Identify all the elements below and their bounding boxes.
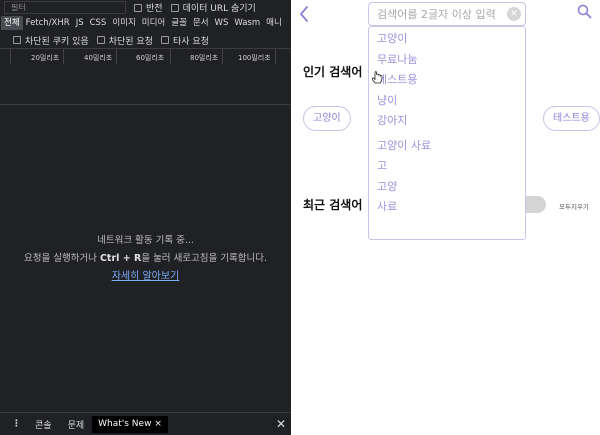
hide-data-url-checkbox[interactable]: 데이터 URL 숨기기 [170, 1, 256, 14]
timeline-gridline [116, 49, 117, 64]
timeline-tick: 80밀리초 [190, 54, 219, 62]
autocomplete-item[interactable]: 고양이 사료 [369, 136, 525, 157]
autocomplete-item[interactable]: 테스트용 [369, 70, 525, 91]
autocomplete-item[interactable]: 고양이 [369, 29, 525, 50]
checkbox-box[interactable] [160, 36, 169, 44]
close-drawer-icon[interactable]: ✕ [276, 417, 286, 431]
autocomplete-item[interactable]: 무료나눔 [369, 50, 525, 71]
filter-type-all[interactable]: 전체 [1, 16, 23, 30]
clear-search-icon[interactable]: ✕ [507, 7, 521, 21]
timeline-tick: 20밀리초 [31, 54, 60, 62]
blocked-cookies-checkbox[interactable]: 차단된 쿠키 있음 [13, 34, 89, 47]
tab-console[interactable]: 콘솔 [27, 418, 60, 431]
filter-type-fetch-xhr[interactable]: Fetch/XHR [23, 16, 73, 30]
autocomplete-dropdown: 고양이 무료나눔 테스트용 냥이 강아지 고양이 사료 고 고양 사료 [368, 26, 526, 240]
timeline-gridline [63, 49, 64, 64]
resource-type-filters: 전체 Fetch/XHR JS CSS 이미지 미디어 글꼴 문서 WS Was… [0, 16, 291, 30]
filter-bar: 필터 반전 데이터 URL 숨기기 [0, 0, 291, 15]
request-filters: 차단된 쿠키 있음 차단된 요청 타사 요청 [0, 33, 291, 47]
tab-issues[interactable]: 문제 [60, 418, 93, 431]
autocomplete-item[interactable]: 강아지 [369, 111, 525, 132]
search-page: ✕ 인기 검색어 고양이 테스트용 최근 검색어 모두지우기 고양이 무료나눔 … [291, 0, 600, 435]
reload-hint-prefix: 요청을 실행하거나 [23, 253, 100, 264]
network-timeline-overview[interactable]: 20밀리초 40밀리초 60밀리초 80밀리초 100밀리초 [0, 48, 291, 105]
autocomplete-item[interactable]: 고양 [369, 177, 525, 198]
recent-searches-title: 최근 검색어 [303, 198, 363, 212]
autocomplete-item[interactable]: 냥이 [369, 91, 525, 112]
clear-all-button[interactable]: 모두지우기 [559, 201, 589, 211]
learn-more-link[interactable]: 자세히 알아보기 [112, 271, 180, 282]
hand-cursor-icon [371, 70, 383, 84]
timeline-gridline [170, 49, 171, 64]
invert-label: 반전 [146, 4, 163, 14]
blocked-cookies-label: 차단된 쿠키 있음 [25, 36, 89, 47]
checkbox-box[interactable] [134, 3, 142, 12]
autocomplete-item[interactable]: 사료 [369, 197, 525, 218]
timeline-tick: 100밀리초 [238, 54, 271, 62]
more-tabs-icon[interactable]: ⋮ [0, 419, 27, 429]
filter-input[interactable]: 필터 [4, 1, 126, 14]
hide-data-url-label: 데이터 URL 숨기기 [182, 4, 256, 14]
reload-hint-suffix: 을 눌러 새로고침을 기록합니다. [141, 253, 268, 264]
filter-type-doc[interactable]: 문서 [190, 16, 212, 30]
filter-type-ws[interactable]: WS [212, 16, 232, 30]
filter-type-media[interactable]: 미디어 [139, 16, 168, 30]
recording-text: 네트워크 활동 기록 중... [97, 235, 194, 246]
close-tab-icon[interactable]: × [154, 419, 162, 429]
blocked-requests-checkbox[interactable]: 차단된 요청 [96, 34, 153, 47]
checkbox-box[interactable] [170, 3, 179, 12]
filter-type-wasm[interactable]: Wasm [231, 16, 263, 30]
autocomplete-item[interactable]: 고 [369, 156, 525, 177]
filter-type-image[interactable]: 이미지 [109, 16, 138, 30]
devtools-drawer-tabs: ⋮ 콘솔 문제 What's New × ✕ [0, 412, 291, 435]
search-box[interactable]: ✕ [368, 2, 526, 26]
search-input[interactable] [369, 3, 505, 26]
back-arrow-icon[interactable] [299, 6, 309, 27]
empty-state-message: 네트워크 활동 기록 중... 요청을 실행하거나 Ctrl + R을 눌러 새… [0, 232, 291, 286]
filter-type-manifest[interactable]: 매니 [263, 16, 285, 30]
third-party-label: 타사 요청 [172, 36, 209, 47]
checkbox-box[interactable] [96, 36, 105, 44]
invert-checkbox[interactable]: 반전 [134, 1, 163, 14]
reload-shortcut: Ctrl + R [99, 253, 142, 264]
blocked-requests-label: 차단된 요청 [108, 36, 153, 47]
timeline-gridline [275, 49, 276, 64]
filter-type-css[interactable]: CSS [87, 16, 110, 30]
timeline-tick: 60밀리초 [136, 54, 165, 62]
timeline-gridline [222, 49, 223, 64]
timeline-tick: 40밀리초 [84, 54, 113, 62]
search-icon[interactable] [577, 4, 592, 19]
reload-hint: 요청을 실행하거나 Ctrl + R을 눌러 새로고침을 기록합니다. [0, 250, 291, 268]
third-party-checkbox[interactable]: 타사 요청 [160, 34, 209, 47]
devtools-network-panel: 필터 반전 데이터 URL 숨기기 전체 Fetch/XHR JS CSS 이미… [0, 0, 291, 435]
filter-type-js[interactable]: JS [73, 16, 87, 30]
popular-tag[interactable]: 테스트용 [543, 106, 600, 131]
checkbox-box[interactable] [13, 36, 21, 44]
tab-whats-new-label: What's New [98, 418, 152, 429]
popular-searches-title: 인기 검색어 [303, 65, 363, 79]
tab-whats-new[interactable]: What's New × [92, 415, 168, 433]
filter-type-font[interactable]: 글꼴 [168, 16, 190, 30]
timeline-gridline [10, 49, 11, 64]
popular-tag[interactable]: 고양이 [303, 106, 351, 131]
